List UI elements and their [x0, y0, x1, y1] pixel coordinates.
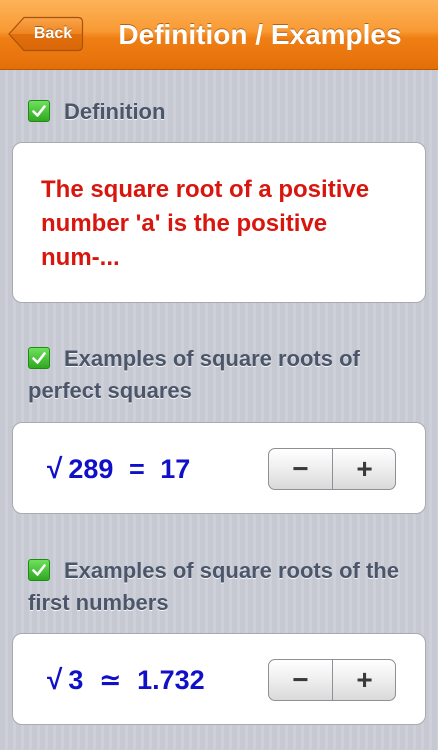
first-numbers-header-label: Examples of square roots of the first nu… [28, 558, 399, 615]
perfect-squares-result: 17 [160, 454, 191, 484]
perfect-squares-radicand: 289 [68, 454, 114, 484]
sqrt-icon: √ [47, 664, 63, 695]
definition-card[interactable]: The square root of a positive number 'a'… [12, 142, 426, 303]
perfect-squares-card: √ 289 = 17 − + [12, 422, 426, 514]
decrement-button[interactable]: − [269, 660, 332, 700]
first-numbers-section-header: Examples of square roots of the first nu… [28, 555, 408, 619]
perfect-squares-relation: = [128, 454, 145, 484]
first-numbers-expression: √ 3 ≃ 1.732 [47, 634, 205, 726]
check-icon [28, 100, 50, 122]
perfect-squares-expression: √ 289 = 17 [47, 423, 190, 515]
back-button-label: Back [33, 25, 73, 42]
check-icon [28, 559, 50, 581]
definition-text: The square root of a positive number 'a'… [41, 176, 370, 271]
first-numbers-stepper[interactable]: − + [268, 659, 396, 701]
perfect-squares-section-header: Examples of square roots of perfect squa… [28, 343, 408, 407]
definition-section-header: Definition [28, 96, 408, 128]
perfect-squares-stepper[interactable]: − + [268, 448, 396, 490]
page-title: Definition / Examples [118, 19, 402, 50]
definition-header-label: Definition [64, 99, 166, 124]
back-button[interactable]: Back [8, 16, 84, 52]
increment-button[interactable]: + [333, 660, 395, 700]
first-numbers-radicand: 3 [68, 665, 84, 695]
decrement-button[interactable]: − [269, 449, 332, 489]
first-numbers-card: √ 3 ≃ 1.732 − + [12, 633, 426, 725]
perfect-squares-header-label: Examples of square roots of perfect squa… [28, 346, 360, 403]
navigation-bar: Back Definition / Examples [0, 0, 438, 70]
increment-button[interactable]: + [333, 449, 395, 489]
sqrt-icon: √ [47, 453, 63, 484]
first-numbers-result: 1.732 [137, 665, 205, 695]
first-numbers-relation: ≃ [98, 665, 122, 695]
check-icon [28, 347, 50, 369]
